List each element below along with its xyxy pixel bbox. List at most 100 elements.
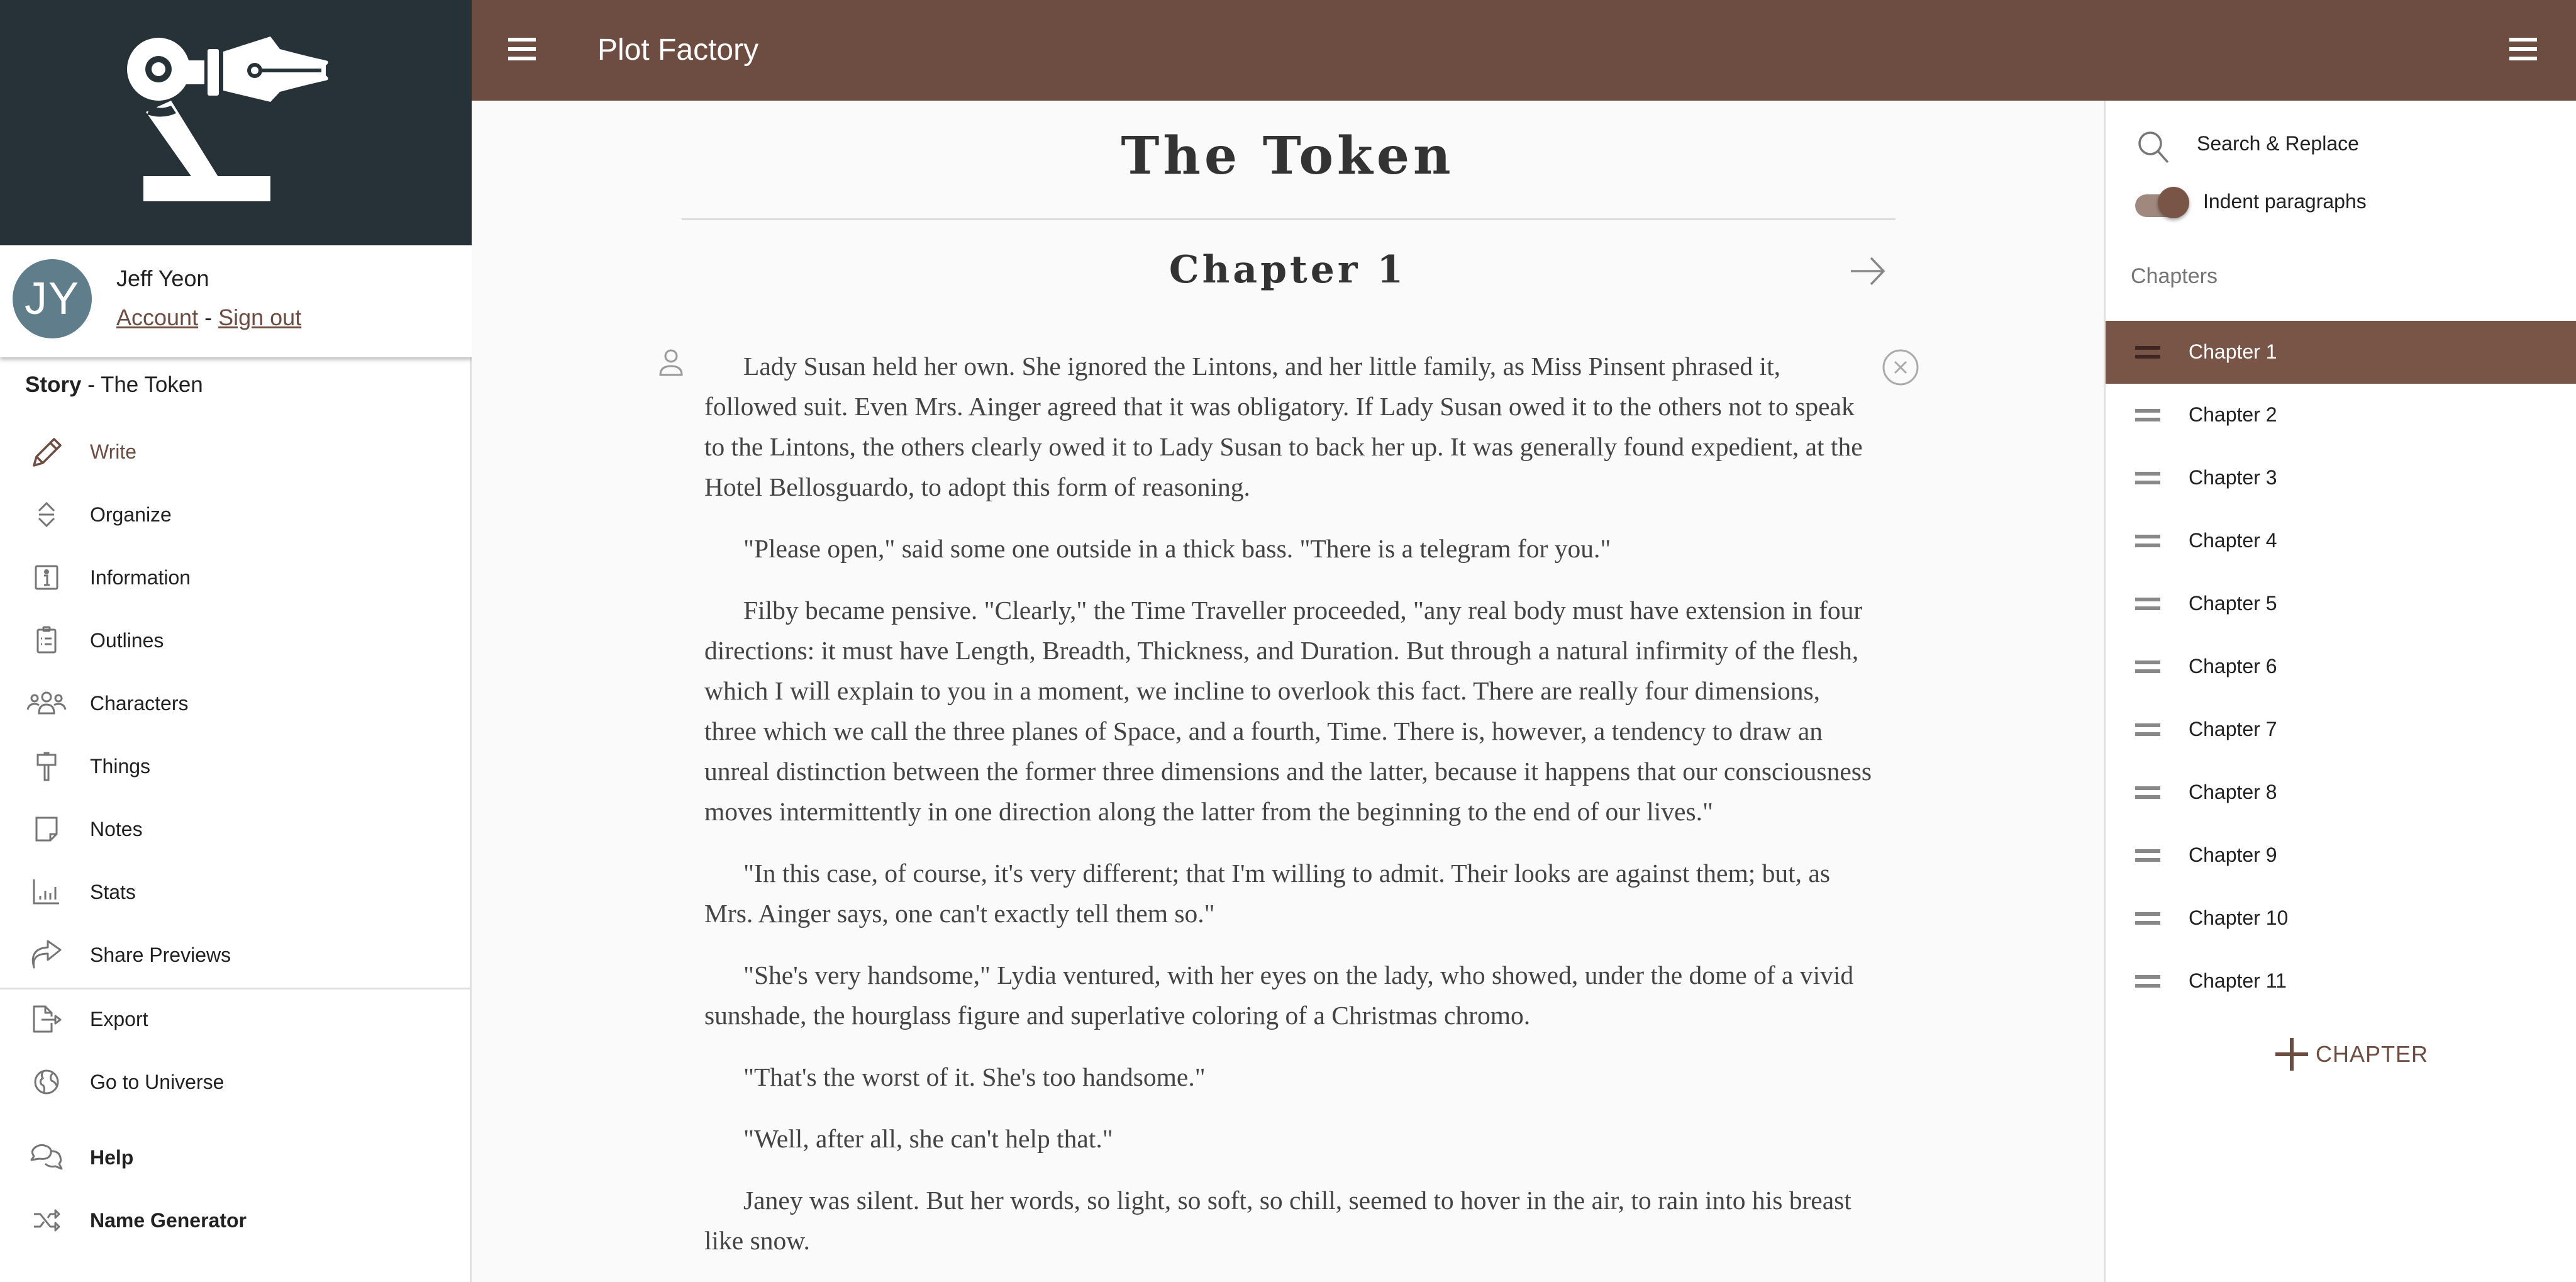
paragraph[interactable]: "Well, after all, she can't help that." xyxy=(704,1118,1874,1159)
paragraph[interactable]: Lady Susan held her own. She ignored the… xyxy=(704,346,1874,507)
sign-out-link[interactable]: Sign out xyxy=(218,304,301,330)
paragraph[interactable]: "In this case, of course, it's very diff… xyxy=(704,853,1874,934)
editor: The Token Chapter 1 Lady Susan held her … xyxy=(472,101,2104,1282)
drag-handle-icon[interactable] xyxy=(2135,849,2160,862)
sidebar-item-help[interactable]: Help xyxy=(0,1127,470,1188)
chapter-label: Chapter 11 xyxy=(2189,969,2287,992)
story-separator: - xyxy=(81,372,101,397)
title-divider xyxy=(682,218,1896,220)
story-label: Story xyxy=(25,372,82,397)
sidebar-item-outlines[interactable]: Outlines xyxy=(0,610,470,671)
paragraph[interactable]: Janey was silent. But her words, so ligh… xyxy=(704,1180,1874,1261)
chapter-item[interactable]: Chapter 8 xyxy=(2106,761,2576,824)
person-icon xyxy=(659,349,683,376)
chapter-label: Chapter 4 xyxy=(2189,529,2277,552)
sidebar-item-go-to-universe[interactable]: Go to Universe xyxy=(0,1052,470,1112)
app-title: Plot Factory xyxy=(597,33,759,67)
paragraph[interactable]: "She's very handsome," Lydia ventured, w… xyxy=(704,955,1874,1035)
avatar[interactable]: JY xyxy=(13,259,92,338)
chapter-item[interactable]: Chapter 4 xyxy=(2106,510,2576,572)
chapter-label: Chapter 3 xyxy=(2189,466,2277,489)
arrow-right-icon xyxy=(1851,257,1885,286)
pencil-icon xyxy=(24,429,69,474)
drag-handle-icon[interactable] xyxy=(2135,598,2160,610)
sidebar-item-organize[interactable]: Organize xyxy=(0,484,470,545)
drag-handle-icon[interactable] xyxy=(2135,912,2160,925)
people-icon xyxy=(24,681,69,726)
chapter-item[interactable]: Chapter 9 xyxy=(2106,824,2576,887)
story-name: The Token xyxy=(100,372,203,397)
drag-handle-icon[interactable] xyxy=(2135,535,2160,547)
chapter-label: Chapter 5 xyxy=(2189,592,2277,615)
character-tag-button[interactable] xyxy=(655,347,687,379)
indent-paragraphs-toggle[interactable]: Indent paragraphs xyxy=(2106,177,2576,228)
sidebar-item-export[interactable]: Export xyxy=(0,989,470,1049)
chapter-item[interactable]: Chapter 7 xyxy=(2106,698,2576,761)
sidebar-item-label: Things xyxy=(90,754,151,778)
sidebar-item-information[interactable]: Information xyxy=(0,547,470,608)
app-bar: Plot Factory xyxy=(472,0,2576,101)
logo-header xyxy=(0,0,472,245)
paragraph[interactable]: Filby became pensive. "Clearly," the Tim… xyxy=(704,590,1874,832)
remove-paragraph-button[interactable] xyxy=(1880,347,1921,387)
sidebar-item-characters[interactable]: Characters xyxy=(0,673,470,733)
hamburger-icon xyxy=(2509,38,2537,42)
sidebar-item-write[interactable]: Write xyxy=(0,421,470,482)
chapter-item[interactable]: Chapter 6 xyxy=(2106,635,2576,698)
paragraph[interactable]: "That's the worst of it. She's too hands… xyxy=(704,1057,1874,1097)
chapter-item[interactable]: Chapter 2 xyxy=(2106,384,2576,447)
drag-handle-icon[interactable] xyxy=(2135,346,2160,359)
link-separator: - xyxy=(204,304,213,330)
chapter-item[interactable]: Chapter 5 xyxy=(2106,572,2576,635)
sidebar-item-label: Outlines xyxy=(90,628,164,652)
add-chapter-label: CHAPTER xyxy=(2316,1041,2429,1067)
chapter-item[interactable]: Chapter 1 xyxy=(2106,321,2576,384)
drag-handle-icon[interactable] xyxy=(2135,723,2160,736)
chapter-label: Chapter 1 xyxy=(2189,340,2277,363)
sidebar-item-label: Stats xyxy=(90,880,136,903)
drag-handle-icon[interactable] xyxy=(2135,661,2160,673)
user-links: Account - Sign out xyxy=(116,304,301,331)
account-link[interactable]: Account xyxy=(116,304,198,330)
drag-handle-icon[interactable] xyxy=(2135,786,2160,799)
sidebar-item-label: Information xyxy=(90,566,191,589)
share-icon xyxy=(24,932,69,978)
info-icon xyxy=(24,555,69,600)
add-chapter-button[interactable]: CHAPTER xyxy=(2275,1035,2428,1073)
toggle-knob[interactable] xyxy=(2158,187,2189,218)
paragraph[interactable]: "Please open," said some one outside in … xyxy=(704,528,1874,569)
drag-handle-icon[interactable] xyxy=(2135,975,2160,988)
sidebar-item-label: Export xyxy=(90,1007,148,1030)
chapter-item[interactable]: Chapter 10 xyxy=(2106,887,2576,950)
chapter-panel: Search & Replace Indent paragraphs Chapt… xyxy=(2104,101,2576,1282)
sidebar-item-name-generator[interactable]: Name Generator xyxy=(0,1190,470,1251)
sidebar-item-label: Organize xyxy=(90,503,172,526)
drag-handle-icon[interactable] xyxy=(2135,472,2160,484)
chapter-label: Chapter 10 xyxy=(2189,906,2289,929)
manuscript-text[interactable]: Lady Susan held her own. She ignored the… xyxy=(704,346,1874,1282)
story-title[interactable]: The Token xyxy=(472,126,2104,186)
shuffle-icon xyxy=(24,1198,69,1243)
chapter-item[interactable]: Chapter 3 xyxy=(2106,447,2576,510)
sidebar-item-share-previews[interactable]: Share Previews xyxy=(0,925,470,985)
sidebar: JY Jeff Yeon Account - Sign out Story - … xyxy=(0,0,472,1282)
sidebar-item-things[interactable]: Things xyxy=(0,736,470,796)
hammer-icon xyxy=(24,744,69,789)
chapters-heading: Chapters xyxy=(2131,264,2218,288)
user-card: JY Jeff Yeon Account - Sign out xyxy=(0,245,472,357)
search-icon xyxy=(2138,131,2169,164)
sidebar-item-label: Help xyxy=(90,1145,134,1169)
search-replace-button[interactable]: Search & Replace xyxy=(2106,120,2576,170)
menu-toggle-left[interactable] xyxy=(508,38,536,63)
chapter-item[interactable]: Chapter 11 xyxy=(2106,950,2576,1013)
sidebar-item-label: Notes xyxy=(90,817,143,840)
drag-handle-icon[interactable] xyxy=(2135,409,2160,421)
plot-factory-logo-icon xyxy=(127,36,328,201)
menu-toggle-right[interactable] xyxy=(2509,38,2537,63)
sidebar-item-stats[interactable]: Stats xyxy=(0,862,470,922)
next-chapter-button[interactable] xyxy=(1846,249,1890,293)
sidebar-item-notes[interactable]: Notes xyxy=(0,799,470,859)
globe-icon xyxy=(24,1059,69,1105)
sort-icon xyxy=(24,492,69,537)
chapter-label: Chapter 9 xyxy=(2189,844,2277,866)
